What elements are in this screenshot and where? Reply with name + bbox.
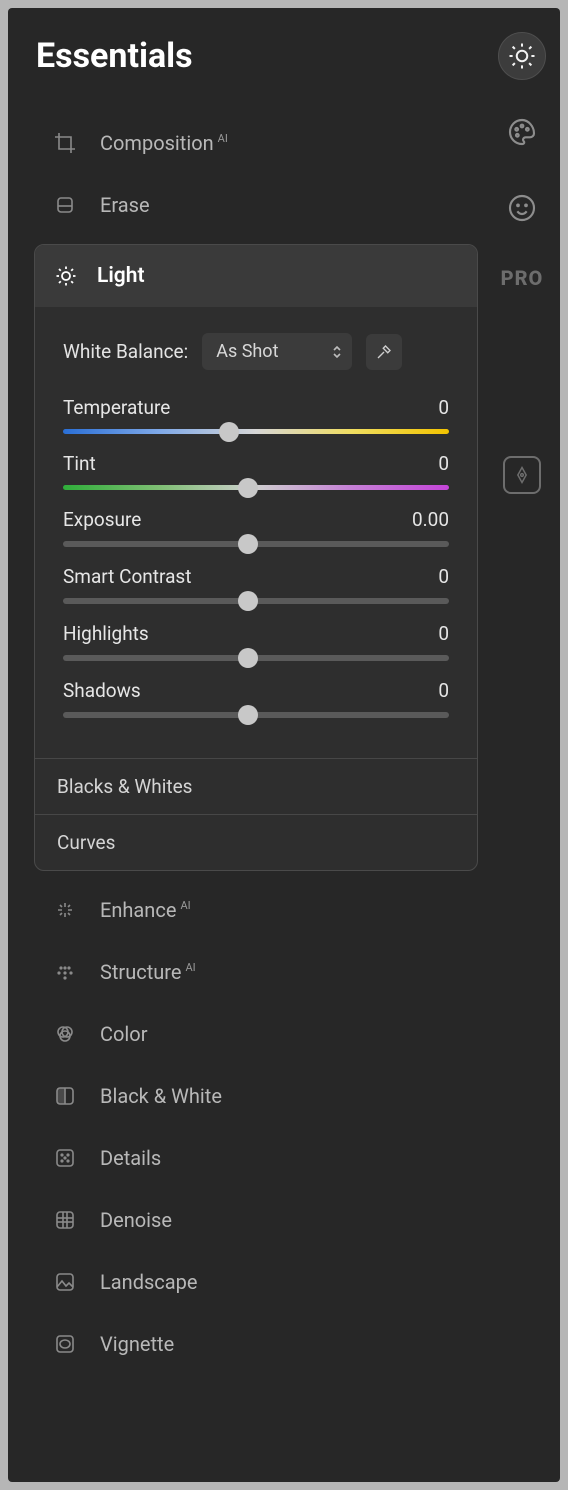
tool-label: Details (100, 1146, 161, 1170)
light-panel-header[interactable]: Light (35, 245, 477, 307)
essentials-tab-button[interactable] (498, 32, 546, 80)
tool-black-white[interactable]: Black & White (8, 1065, 488, 1127)
eyedropper-icon (375, 343, 393, 361)
slider-label: Shadows (63, 679, 141, 702)
slider-label: Exposure (63, 508, 141, 531)
tool-landscape[interactable]: Landscape (8, 1251, 488, 1313)
tool-details[interactable]: Details (8, 1127, 488, 1189)
venn-icon (52, 1021, 78, 1047)
tool-label-text: Enhance (100, 898, 176, 922)
tool-label: Color (100, 1022, 147, 1046)
slider-smart-contrast: Smart Contrast 0 (63, 565, 449, 604)
slider-thumb[interactable] (238, 648, 258, 668)
chevron-updown-icon (332, 344, 342, 360)
masking-button[interactable] (503, 456, 541, 494)
tool-label: Enhance AI (100, 898, 191, 922)
contrast-square-icon (52, 1083, 78, 1109)
slider-thumb[interactable] (238, 591, 258, 611)
slider-highlights: Highlights 0 (63, 622, 449, 661)
tool-structure[interactable]: Structure AI (8, 941, 488, 1003)
slider-track[interactable] (63, 712, 449, 718)
slider-track[interactable] (63, 655, 449, 661)
tool-erase[interactable]: Erase (8, 174, 488, 236)
slider-track[interactable] (63, 598, 449, 604)
slider-label: Smart Contrast (63, 565, 191, 588)
tool-label: Erase (100, 193, 150, 217)
grid-icon (52, 1207, 78, 1233)
sun-icon (53, 263, 79, 289)
slider-tint: Tint 0 (63, 452, 449, 490)
tool-label: Landscape (100, 1270, 197, 1294)
white-balance-row: White Balance: As Shot (63, 333, 449, 370)
slider-value: 0.00 (412, 508, 449, 531)
slider-label: Tint (63, 452, 96, 475)
slider-exposure: Exposure 0.00 (63, 508, 449, 547)
tool-composition[interactable]: Composition AI (8, 112, 488, 174)
light-heading: Light (97, 264, 145, 288)
app-frame: PRO Essentials Composition AI (8, 8, 560, 1482)
slider-label: Temperature (63, 396, 170, 419)
white-balance-label: White Balance: (63, 340, 188, 363)
page-title: Essentials (8, 8, 488, 76)
pen-nib-icon (512, 465, 532, 485)
slider-thumb[interactable] (219, 422, 239, 442)
ai-badge: AI (218, 132, 228, 145)
sparkle-icon (52, 897, 78, 923)
slider-value: 0 (438, 679, 449, 702)
dots-icon (52, 959, 78, 985)
vignette-icon (52, 1331, 78, 1357)
slider-value: 0 (438, 452, 449, 475)
smiley-icon (506, 192, 538, 224)
slider-value: 0 (438, 396, 449, 419)
tool-color[interactable]: Color (8, 1003, 488, 1065)
ai-badge: AI (185, 961, 195, 974)
eraser-icon (52, 192, 78, 218)
tool-label-text: Structure (100, 960, 181, 984)
slider-track[interactable] (63, 541, 449, 547)
slider-thumb[interactable] (238, 705, 258, 725)
slider-track[interactable] (63, 485, 449, 490)
slider-temperature: Temperature 0 (63, 396, 449, 434)
slider-thumb[interactable] (238, 478, 258, 498)
light-sub-curves[interactable]: Curves (35, 814, 477, 870)
tool-list: Composition AI Erase (8, 112, 488, 1375)
sun-icon (507, 41, 537, 71)
slider-value: 0 (438, 622, 449, 645)
portrait-tab-button[interactable] (498, 184, 546, 232)
tool-label: Vignette (100, 1332, 174, 1356)
pro-tab-button[interactable]: PRO (501, 266, 544, 290)
ai-badge: AI (180, 899, 190, 912)
tool-denoise[interactable]: Denoise (8, 1189, 488, 1251)
crop-icon (52, 130, 78, 156)
creative-tab-button[interactable] (498, 108, 546, 156)
landscape-icon (52, 1269, 78, 1295)
slider-shadows: Shadows 0 (63, 679, 449, 718)
slider-label: Highlights (63, 622, 149, 645)
white-balance-dropdown[interactable]: As Shot (202, 333, 352, 370)
tool-label: Structure AI (100, 960, 196, 984)
tool-vignette[interactable]: Vignette (8, 1313, 488, 1375)
tool-label: Composition AI (100, 131, 228, 155)
light-panel-body: White Balance: As Shot (35, 307, 477, 758)
tool-label-text: Composition (100, 131, 214, 155)
slider-thumb[interactable] (238, 534, 258, 554)
tool-label: Denoise (100, 1208, 172, 1232)
main-column: Essentials CompositionAI Eras (8, 8, 488, 1375)
white-balance-value: As Shot (216, 341, 278, 362)
light-sub-blacks-whites[interactable]: Blacks & Whites (35, 758, 477, 814)
tool-label: Black & White (100, 1084, 222, 1108)
right-rail: PRO (496, 32, 548, 494)
slider-value: 0 (438, 565, 449, 588)
palette-icon (506, 116, 538, 148)
eyedropper-button[interactable] (366, 334, 402, 370)
light-panel: Light White Balance: As Shot (34, 244, 478, 871)
tool-enhance[interactable]: Enhance AI (8, 879, 488, 941)
texture-icon (52, 1145, 78, 1171)
slider-track[interactable] (63, 429, 449, 434)
